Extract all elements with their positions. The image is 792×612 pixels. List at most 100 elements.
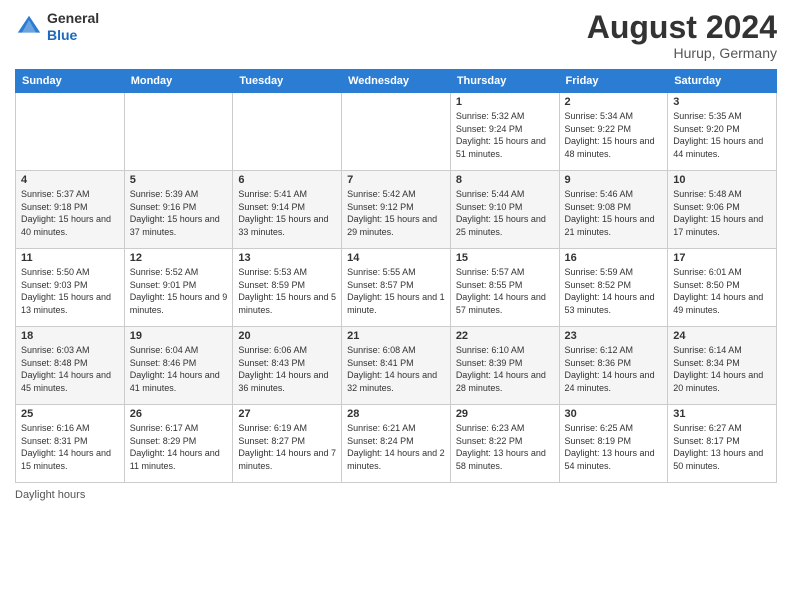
day-info: Sunrise: 6:21 AM Sunset: 8:24 PM Dayligh… [347,422,445,472]
page: General Blue August 2024 Hurup, Germany … [0,0,792,612]
day-info: Sunrise: 6:27 AM Sunset: 8:17 PM Dayligh… [673,422,771,472]
calendar-cell: 13Sunrise: 5:53 AM Sunset: 8:59 PM Dayli… [233,249,342,327]
day-info: Sunrise: 5:34 AM Sunset: 9:22 PM Dayligh… [565,110,663,160]
day-info: Sunrise: 5:35 AM Sunset: 9:20 PM Dayligh… [673,110,771,160]
title-section: August 2024 Hurup, Germany [587,10,777,61]
day-number: 9 [565,174,663,186]
calendar-header-monday: Monday [124,70,233,93]
calendar-header-row: SundayMondayTuesdayWednesdayThursdayFrid… [16,70,777,93]
logo-icon [15,13,43,41]
day-number: 3 [673,96,771,108]
calendar-table: SundayMondayTuesdayWednesdayThursdayFrid… [15,69,777,483]
day-number: 30 [565,408,663,420]
calendar-cell: 7Sunrise: 5:42 AM Sunset: 9:12 PM Daylig… [342,171,451,249]
day-number: 24 [673,330,771,342]
calendar-cell: 6 Sunrise: 5:41 AM Sunset: 9:14 PM Daylig… [233,171,342,249]
footer: Daylight hours [15,489,777,501]
location-title: Hurup, Germany [587,45,777,61]
day-number: 13 [238,252,336,264]
calendar-cell: 25 Sunrise: 6:16 AM Sunset: 8:31 PM Dayli… [16,405,125,483]
calendar-cell: 17Sunrise: 6:01 AM Sunset: 8:50 PM Dayli… [668,249,777,327]
calendar-cell: 21 Sunrise: 6:08 AM Sunset: 8:41 PM Dayli… [342,327,451,405]
calendar-header-friday: Friday [559,70,668,93]
day-info: Sunrise: 6:16 AM Sunset: 8:31 PM Dayligh… [21,422,119,472]
calendar-header-thursday: Thursday [450,70,559,93]
day-number: 31 [673,408,771,420]
day-info: Sunrise: 5:44 AM Sunset: 9:10 PM Dayligh… [456,188,554,238]
calendar-header-tuesday: Tuesday [233,70,342,93]
day-number: 15 [456,252,554,264]
day-info: Sunrise: 5:41 AM Sunset: 9:14 PM Dayligh… [238,188,336,238]
day-info: Sunrise: 5:59 AM Sunset: 8:52 PM Dayligh… [565,266,663,316]
day-number: 2 [565,96,663,108]
calendar-cell: 8 Sunrise: 5:44 AM Sunset: 9:10 PM Daylig… [450,171,559,249]
calendar-week-row: 4Sunrise: 5:37 AM Sunset: 9:18 PM Daylig… [16,171,777,249]
day-info: Sunrise: 5:50 AM Sunset: 9:03 PM Dayligh… [21,266,119,316]
day-info: Sunrise: 6:19 AM Sunset: 8:27 PM Dayligh… [238,422,336,472]
calendar-cell [124,93,233,171]
calendar-header-wednesday: Wednesday [342,70,451,93]
day-number: 12 [130,252,228,264]
calendar-cell: 10Sunrise: 5:48 AM Sunset: 9:06 PM Dayli… [668,171,777,249]
calendar-cell: 9Sunrise: 5:46 AM Sunset: 9:08 PM Daylig… [559,171,668,249]
day-info: Sunrise: 6:14 AM Sunset: 8:34 PM Dayligh… [673,344,771,394]
day-number: 22 [456,330,554,342]
calendar-week-row: 25 Sunrise: 6:16 AM Sunset: 8:31 PM Dayli… [16,405,777,483]
calendar-cell: 24 Sunrise: 6:14 AM Sunset: 8:34 PM Dayli… [668,327,777,405]
calendar-cell [16,93,125,171]
calendar-cell: 31 Sunrise: 6:27 AM Sunset: 8:17 PM Dayli… [668,405,777,483]
calendar-cell [233,93,342,171]
day-number: 21 [347,330,445,342]
calendar-cell: 4Sunrise: 5:37 AM Sunset: 9:18 PM Daylig… [16,171,125,249]
calendar-cell: 26Sunrise: 6:17 AM Sunset: 8:29 PM Dayli… [124,405,233,483]
day-info: Sunrise: 6:12 AM Sunset: 8:36 PM Dayligh… [565,344,663,394]
day-info: Sunrise: 5:55 AM Sunset: 8:57 PM Dayligh… [347,266,445,316]
logo-general: General [47,10,99,26]
logo-text: General Blue [47,10,99,44]
calendar-header-saturday: Saturday [668,70,777,93]
day-number: 23 [565,330,663,342]
calendar-cell: 30 Sunrise: 6:25 AM Sunset: 8:19 PM Dayli… [559,405,668,483]
month-year-title: August 2024 [587,10,777,45]
calendar-cell: 16 Sunrise: 5:59 AM Sunset: 8:52 PM Dayli… [559,249,668,327]
calendar-week-row: 11 Sunrise: 5:50 AM Sunset: 9:03 PM Dayli… [16,249,777,327]
calendar-cell: 11 Sunrise: 5:50 AM Sunset: 9:03 PM Dayli… [16,249,125,327]
daylight-label: Daylight hours [15,489,85,501]
calendar-cell: 5Sunrise: 5:39 AM Sunset: 9:16 PM Daylig… [124,171,233,249]
calendar-week-row: 18Sunrise: 6:03 AM Sunset: 8:48 PM Dayli… [16,327,777,405]
day-info: Sunrise: 6:04 AM Sunset: 8:46 PM Dayligh… [130,344,228,394]
day-info: Sunrise: 5:32 AM Sunset: 9:24 PM Dayligh… [456,110,554,160]
day-info: Sunrise: 5:52 AM Sunset: 9:01 PM Dayligh… [130,266,228,316]
calendar-header-sunday: Sunday [16,70,125,93]
day-info: Sunrise: 6:08 AM Sunset: 8:41 PM Dayligh… [347,344,445,394]
day-info: Sunrise: 6:10 AM Sunset: 8:39 PM Dayligh… [456,344,554,394]
day-number: 6 [238,174,336,186]
day-number: 8 [456,174,554,186]
day-number: 11 [21,252,119,264]
day-number: 14 [347,252,445,264]
day-number: 25 [21,408,119,420]
calendar-cell: 29Sunrise: 6:23 AM Sunset: 8:22 PM Dayli… [450,405,559,483]
day-number: 5 [130,174,228,186]
day-number: 26 [130,408,228,420]
day-info: Sunrise: 6:06 AM Sunset: 8:43 PM Dayligh… [238,344,336,394]
header: General Blue August 2024 Hurup, Germany [15,10,777,61]
day-number: 19 [130,330,228,342]
calendar-cell: 19 Sunrise: 6:04 AM Sunset: 8:46 PM Dayli… [124,327,233,405]
day-number: 28 [347,408,445,420]
calendar-cell: 3 Sunrise: 5:35 AM Sunset: 9:20 PM Daylig… [668,93,777,171]
day-info: Sunrise: 6:25 AM Sunset: 8:19 PM Dayligh… [565,422,663,472]
calendar-cell [342,93,451,171]
day-info: Sunrise: 5:37 AM Sunset: 9:18 PM Dayligh… [21,188,119,238]
logo: General Blue [15,10,99,44]
day-number: 18 [21,330,119,342]
day-number: 16 [565,252,663,264]
calendar-cell: 14 Sunrise: 5:55 AM Sunset: 8:57 PM Dayli… [342,249,451,327]
calendar-cell: 18Sunrise: 6:03 AM Sunset: 8:48 PM Dayli… [16,327,125,405]
calendar-cell: 1 Sunrise: 5:32 AM Sunset: 9:24 PM Daylig… [450,93,559,171]
day-number: 1 [456,96,554,108]
calendar-cell: 20Sunrise: 6:06 AM Sunset: 8:43 PM Dayli… [233,327,342,405]
calendar-cell: 23 Sunrise: 6:12 AM Sunset: 8:36 PM Dayli… [559,327,668,405]
day-info: Sunrise: 6:01 AM Sunset: 8:50 PM Dayligh… [673,266,771,316]
calendar-cell: 15Sunrise: 5:57 AM Sunset: 8:55 PM Dayli… [450,249,559,327]
